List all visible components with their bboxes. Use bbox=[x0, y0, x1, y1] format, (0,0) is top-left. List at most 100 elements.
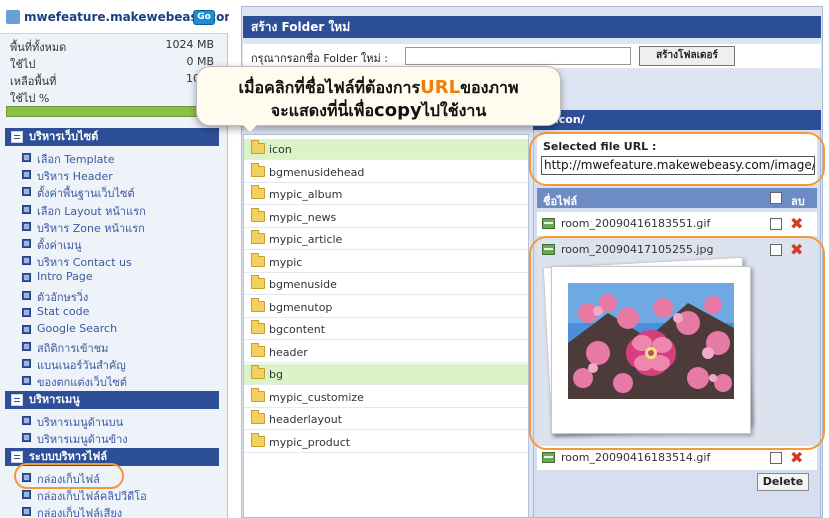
folder-item[interactable]: bgcontent bbox=[244, 319, 528, 340]
page-icon bbox=[22, 324, 31, 334]
menu-item[interactable]: บริหารเมนูด้านข้าง bbox=[22, 429, 222, 446]
callout-tail bbox=[236, 118, 264, 132]
menu-item[interactable]: ตั้งค่าเมนู bbox=[22, 235, 222, 252]
file-checkbox[interactable] bbox=[770, 452, 782, 464]
usage-bar bbox=[6, 106, 218, 117]
folder-name: mypic bbox=[269, 256, 303, 269]
new-folder-form: กรุณากรอกชื่อ Folder ใหม่ : สร้างโฟลเดอร… bbox=[243, 44, 821, 68]
folder-icon bbox=[251, 163, 265, 177]
menu-item[interactable]: บริหาร Header bbox=[22, 166, 222, 183]
folder-name: mypic_customize bbox=[269, 391, 364, 404]
menu-item[interactable]: กล่องเก็บไฟล์เสียง bbox=[22, 503, 222, 518]
folder-item[interactable]: mypic_news bbox=[244, 207, 528, 228]
stat-label: ใช้ไป % bbox=[10, 92, 50, 105]
menu-item[interactable]: บริหารเมนูด้านบน bbox=[22, 412, 222, 429]
select-all-checkbox[interactable] bbox=[770, 192, 782, 204]
folder-item[interactable]: bgmenusidehead bbox=[244, 162, 528, 183]
menu-item[interactable]: กล่องเก็บไฟล์คลิปวีดีโอ bbox=[22, 486, 222, 503]
list-icon bbox=[11, 394, 23, 406]
menu-item[interactable]: Stat code bbox=[22, 304, 222, 321]
go-button[interactable]: Go bbox=[193, 10, 215, 25]
stat-used-percent: ใช้ไป % bbox=[6, 87, 218, 105]
file-row[interactable]: room_20090416183514.gif ✖ bbox=[537, 446, 817, 470]
page-icon bbox=[22, 416, 31, 425]
folder-name: headerlayout bbox=[269, 413, 343, 426]
menu-section-menu[interactable]: บริหารเมนู bbox=[5, 391, 219, 409]
folder-item[interactable]: mypic_album bbox=[244, 184, 528, 205]
menu-list-website: เลือก Template บริหาร Header ตั้งค่าพื้น… bbox=[22, 149, 222, 390]
menu-item-file-box[interactable]: กล่องเก็บไฟล์ bbox=[22, 469, 222, 486]
file-name[interactable]: room_20090416183551.gif bbox=[561, 217, 710, 230]
menu-item[interactable]: แบนเนอร์วันสำคัญ bbox=[22, 355, 222, 372]
site-logo-icon bbox=[6, 10, 20, 24]
file-name[interactable]: room_20090416183514.gif bbox=[561, 451, 710, 464]
folder-list: icon bgmenusidehead mypic_album mypic_ne… bbox=[243, 134, 529, 518]
folder-item[interactable]: headerlayout bbox=[244, 409, 528, 430]
menu-list-menu: บริหารเมนูด้านบน บริหารเมนูด้านข้าง bbox=[22, 412, 222, 446]
folder-name: bgmenuside bbox=[269, 278, 337, 291]
folder-icon bbox=[251, 433, 265, 447]
menu-item-label: Intro Page bbox=[37, 270, 93, 284]
folder-item[interactable]: header bbox=[244, 342, 528, 363]
page-icon bbox=[22, 290, 31, 300]
menu-item[interactable]: สถิติการเข้าชม bbox=[22, 338, 222, 355]
file-row[interactable]: room_20090416183551.gif ✖ bbox=[537, 212, 817, 236]
folder-name: bgmenusidehead bbox=[269, 166, 365, 179]
menu-item[interactable]: เลือก Layout หน้าแรก bbox=[22, 201, 222, 218]
new-folder-header: สร้าง Folder ใหม่ bbox=[243, 16, 821, 38]
selected-url-field[interactable]: http://mwefeature.makewebeasy.com/image/… bbox=[541, 156, 815, 175]
file-panel-header: icon/ bbox=[533, 110, 821, 130]
file-name[interactable]: room_20090417105255.jpg bbox=[561, 243, 713, 256]
folder-name-input[interactable] bbox=[405, 47, 631, 65]
menu-list-files: กล่องเก็บไฟล์ กล่องเก็บไฟล์คลิปวีดีโอ กล… bbox=[22, 469, 222, 518]
folder-icon bbox=[251, 140, 265, 154]
menu-item[interactable]: บริหาร Zone หน้าแรก bbox=[22, 218, 222, 235]
selected-url-box: Selected file URL : http://mwefeature.ma… bbox=[537, 134, 817, 184]
folder-icon bbox=[251, 185, 265, 199]
delete-x-icon[interactable]: ✖ bbox=[790, 448, 803, 467]
menu-section-files[interactable]: ระบบบริหารไฟล์ bbox=[5, 448, 219, 466]
folder-item[interactable]: bgmenutop bbox=[244, 297, 528, 318]
blossom-photo-svg bbox=[568, 283, 734, 399]
delete-x-icon[interactable]: ✖ bbox=[790, 240, 803, 259]
folder-item[interactable]: icon bbox=[244, 139, 528, 160]
delete-x-icon[interactable]: ✖ bbox=[790, 214, 803, 233]
image-file-icon bbox=[542, 452, 555, 463]
menu-item[interactable]: เลือก Template bbox=[22, 149, 222, 166]
menu-item[interactable]: ตั้งค่าพื้นฐานเว็บไซต์ bbox=[22, 183, 222, 200]
folder-name: mypic_article bbox=[269, 233, 343, 246]
page-icon bbox=[22, 307, 31, 317]
delete-button[interactable]: Delete bbox=[757, 473, 809, 491]
folder-item[interactable]: mypic bbox=[244, 252, 528, 273]
menu-item[interactable]: บริหาร Contact us bbox=[22, 252, 222, 269]
folder-item[interactable]: bgmenuside bbox=[244, 274, 528, 295]
folder-icon bbox=[251, 253, 265, 267]
page-icon bbox=[22, 221, 31, 231]
file-table-header: ชื่อไฟล์ ลบ bbox=[537, 188, 817, 208]
menu-item[interactable]: Google Search bbox=[22, 321, 222, 338]
menu-section-title: บริหารเมนู bbox=[29, 393, 80, 406]
storage-stats: พื้นที่ทั้งหมด 1024 MB ใช้ไป 0 MB เหลือพ… bbox=[6, 36, 218, 105]
file-checkbox[interactable] bbox=[770, 218, 782, 230]
menu-item[interactable]: Intro Page bbox=[22, 269, 222, 286]
folder-item[interactable]: mypic_article bbox=[244, 229, 528, 250]
stat-remaining: เหลือพื้นที่ 1024 bbox=[6, 70, 218, 88]
blossom-photo bbox=[568, 283, 734, 399]
folder-icon bbox=[251, 208, 265, 222]
create-folder-button[interactable]: สร้างโฟลเดอร์ bbox=[639, 46, 735, 66]
folder-item[interactable]: mypic_product bbox=[244, 432, 528, 453]
sidebar: mwefeature.makewebeasy.com Go พื้นที่ทั้… bbox=[0, 0, 237, 518]
folder-icon bbox=[251, 410, 265, 424]
folder-icon bbox=[251, 388, 265, 402]
menu-item[interactable]: ของตกแต่งเว็บไซต์ bbox=[22, 372, 222, 389]
menu-section-website[interactable]: บริหารเว็บไซต์ bbox=[5, 128, 219, 146]
photo-preview[interactable] bbox=[551, 266, 751, 434]
menu-item[interactable]: ตัวอักษรวิ่ง bbox=[22, 287, 222, 304]
folder-item[interactable]: bg bbox=[244, 364, 528, 385]
file-row-selected[interactable]: room_20090417105255.jpg ✖ bbox=[537, 238, 817, 446]
file-checkbox[interactable] bbox=[770, 244, 782, 256]
image-file-icon bbox=[542, 244, 555, 255]
stat-value: 1024 MB bbox=[165, 38, 214, 51]
folder-item[interactable]: mypic_customize bbox=[244, 387, 528, 408]
folder-name: bg bbox=[269, 368, 283, 381]
